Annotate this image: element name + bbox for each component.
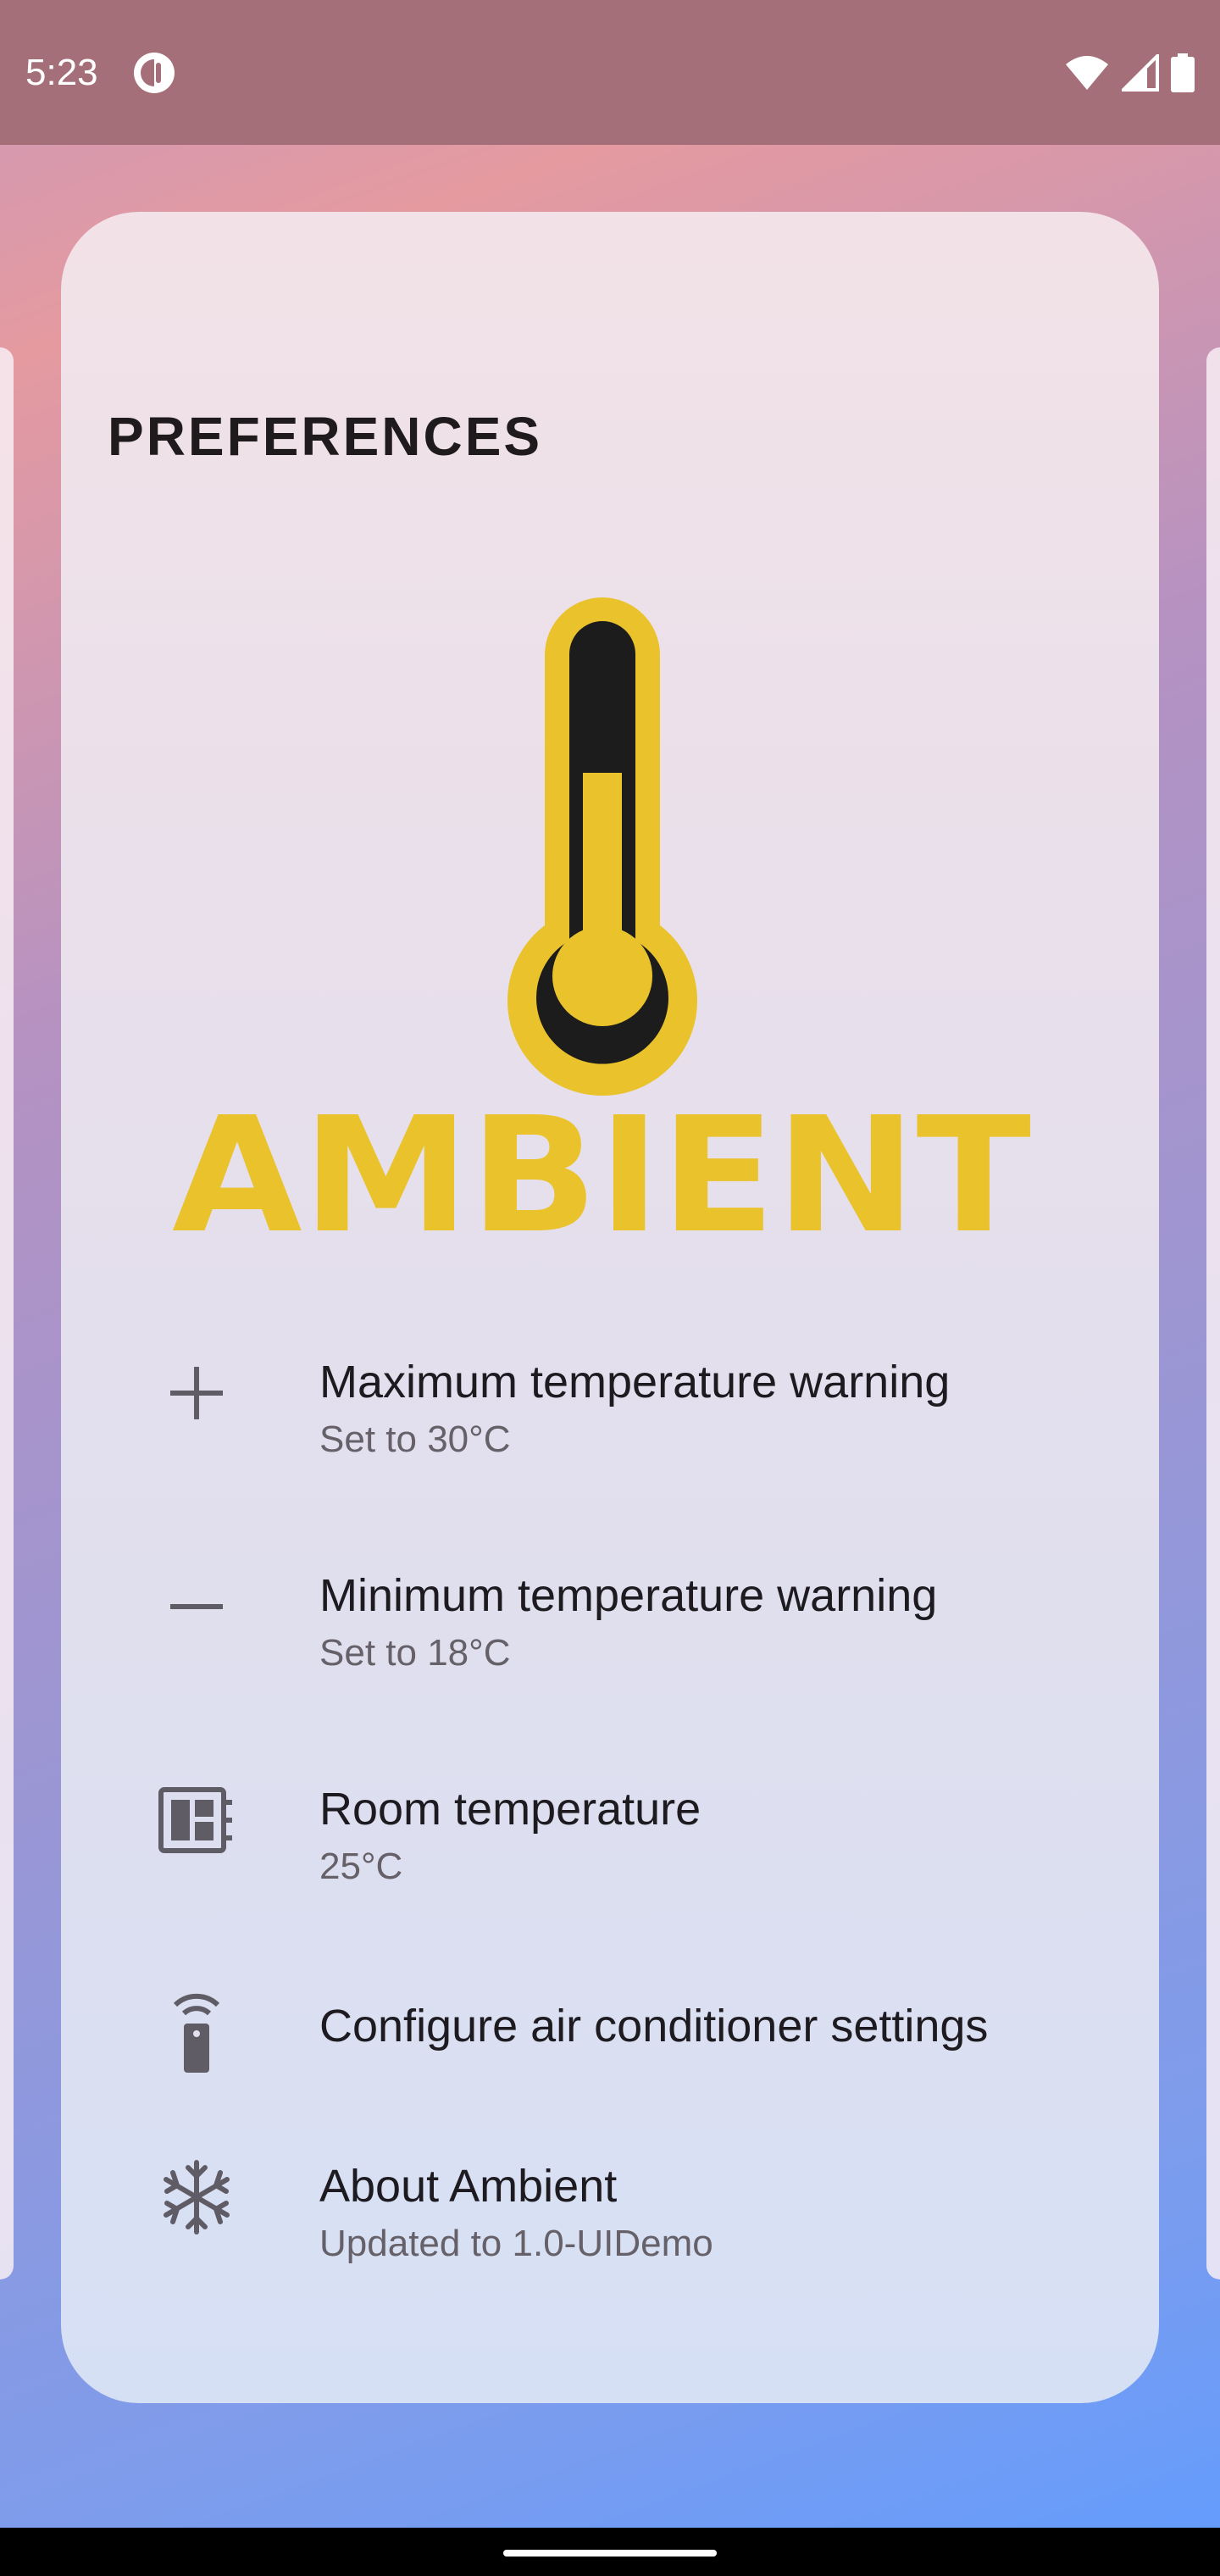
- snowflake-icon: [154, 2155, 239, 2240]
- minus-icon: [154, 1564, 239, 1649]
- about-ambient-item[interactable]: About Ambient Updated to 1.0-UIDemo: [61, 2145, 1159, 2314]
- min-temperature-warning-value: Set to 18°C: [319, 1632, 511, 1674]
- ambient-app-icon: [133, 52, 175, 93]
- wifi-icon: [1066, 55, 1108, 90]
- room-temperature-item[interactable]: Room temperature 25°C: [61, 1768, 1159, 1937]
- status-bar: 5:23: [0, 0, 1220, 145]
- max-temperature-warning-item[interactable]: Maximum temperature warning Set to 30°C: [61, 1341, 1159, 1510]
- navigation-bar: [0, 2528, 1220, 2576]
- about-ambient-title: About Ambient: [319, 2161, 618, 2212]
- room-temperature-value: 25°C: [319, 1846, 403, 1887]
- room-temperature-title: Room temperature: [319, 1784, 702, 1835]
- configure-ac-title: Configure air conditioner settings: [319, 2001, 989, 2051]
- home-gesture-handle[interactable]: [503, 2550, 717, 2557]
- min-temperature-warning-title: Minimum temperature warning: [319, 1570, 938, 1621]
- next-card-edge[interactable]: [1206, 347, 1220, 2279]
- ambient-logo: AMBIENT: [172, 597, 1031, 1237]
- about-ambient-version: Updated to 1.0-UIDemo: [319, 2223, 713, 2264]
- dashboard-icon: [154, 1778, 239, 1863]
- previous-card-edge[interactable]: [0, 347, 14, 2279]
- page-title: PREFERENCES: [108, 406, 543, 467]
- min-temperature-warning-item[interactable]: Minimum temperature warning Set to 18°C: [61, 1554, 1159, 1724]
- cellular-signal-icon: [1122, 53, 1159, 92]
- plus-icon: [154, 1351, 239, 1435]
- remote-control-icon: [154, 1981, 239, 2074]
- battery-icon: [1171, 53, 1195, 92]
- max-temperature-warning-title: Maximum temperature warning: [319, 1357, 951, 1407]
- thermometer-icon: [507, 597, 697, 1096]
- logo-wordmark: AMBIENT: [172, 1083, 1031, 1237]
- status-time: 5:23: [25, 51, 98, 93]
- configure-ac-item[interactable]: Configure air conditioner settings: [61, 1981, 1159, 2151]
- max-temperature-warning-value: Set to 30°C: [319, 1418, 511, 1460]
